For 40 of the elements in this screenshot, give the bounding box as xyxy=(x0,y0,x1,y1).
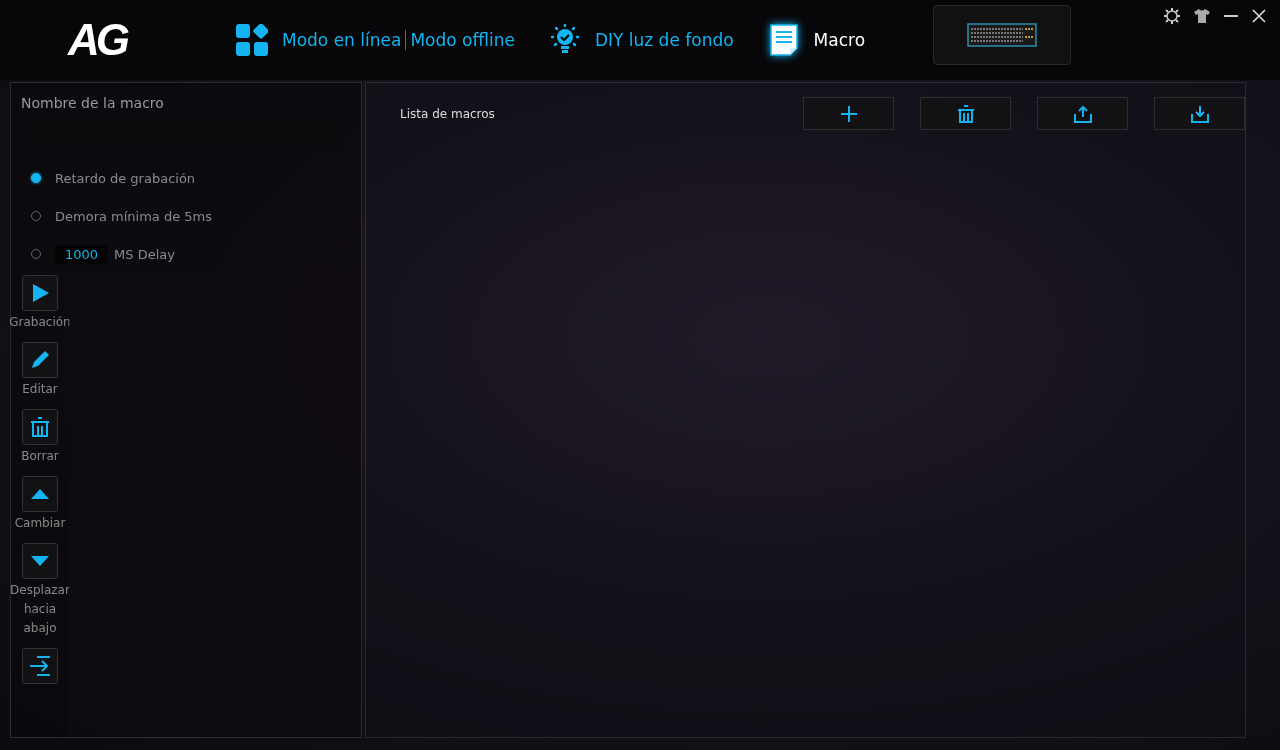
nav-tab[interactable]: DIY luz de fondo xyxy=(548,24,734,56)
device-card[interactable] xyxy=(933,5,1072,65)
tool-label: Cambiar xyxy=(13,515,67,532)
grid-icon xyxy=(236,24,268,56)
tool-button[interactable] xyxy=(22,543,58,579)
light-bulb-icon xyxy=(548,24,581,56)
shirt-icon[interactable] xyxy=(1194,9,1210,23)
macro-list-title: Lista de macros xyxy=(400,106,496,121)
option-label: Retardo de grabación xyxy=(55,170,196,186)
tool-button[interactable] xyxy=(22,275,58,311)
option-label: Demora mínima de 5ms xyxy=(55,208,213,224)
macro-name-label: Nombre de la macro xyxy=(20,94,165,113)
delay-field[interactable]: 1000 xyxy=(55,244,109,264)
tool-label: Borrar xyxy=(20,448,60,465)
document-icon xyxy=(767,24,800,56)
upload-icon xyxy=(1073,104,1092,123)
tool-label: Desplazar hacia abajo xyxy=(9,582,71,637)
tool-button[interactable] xyxy=(22,476,58,512)
insert-arrow-icon xyxy=(29,655,51,677)
macro-action-button[interactable] xyxy=(1037,97,1128,130)
tool-button[interactable] xyxy=(22,648,58,684)
trash-icon xyxy=(29,416,51,438)
macro-action-button[interactable] xyxy=(920,97,1011,130)
tool-label: Editar xyxy=(21,381,59,398)
trash-icon xyxy=(956,104,975,123)
plus-icon xyxy=(839,104,858,123)
macro-action-button[interactable] xyxy=(1154,97,1245,130)
download-icon xyxy=(1190,104,1209,123)
tool-label: Grabación xyxy=(8,314,72,331)
nav-tab[interactable]: Modo en línea Modo offline xyxy=(236,24,515,56)
logo-text: AG xyxy=(66,15,128,65)
pencil-icon xyxy=(29,349,51,371)
radio-button[interactable] xyxy=(31,173,41,183)
option-label: MS Delay xyxy=(114,246,175,262)
keyboard-icon xyxy=(967,23,1038,47)
nav-tab[interactable]: Macro xyxy=(767,24,866,56)
close-icon[interactable] xyxy=(1252,9,1266,23)
gear-icon[interactable] xyxy=(1164,8,1180,24)
tool-button[interactable] xyxy=(22,409,58,445)
tool-button[interactable] xyxy=(22,342,58,378)
